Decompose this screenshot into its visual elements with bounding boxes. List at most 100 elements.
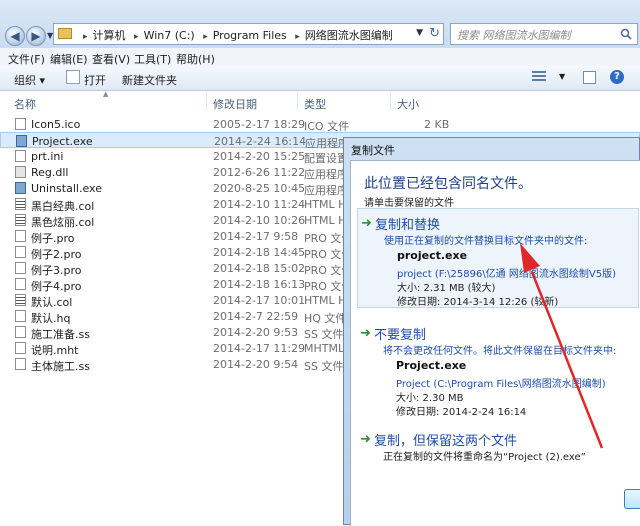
option-description: 使用正在复制的文件替换目标文件夹中的文件: [384,236,588,247]
open-button[interactable]: 打开 [84,72,106,88]
column-header-type[interactable]: 类型 [304,96,326,112]
file-size: 2 KB [424,118,450,131]
command-toolbar: 组织 ▾ 打开 新建文件夹 ▼ ? [0,66,640,91]
search-icon[interactable] [620,28,632,40]
file-name: Reg.dll [31,166,69,179]
menu-edit[interactable]: 编辑(E) [50,51,88,67]
file-modified-date: 2014-2-20 9:53 [213,326,299,339]
file-row[interactable]: Icon5.ico 2005-2-17 18:29 ICO 文件 2 KB [0,116,640,133]
copy-keep-both-option[interactable]: ➜ 复制，但保留这两个文件 正在复制的文件将重命名为“Project (2).e… [357,425,639,465]
breadcrumb-item[interactable]: 网络图流水图编制 [305,29,393,42]
file-path: project (F:\25896\亿通 网络图流水图绘制V5版) [397,269,616,280]
file-modified-date: 2014-2-17 10:01 [213,294,306,307]
file-ico-icon [15,118,26,130]
file-modified-date: 2014-2-7 22:59 [213,310,299,323]
file-pro-icon [15,246,26,258]
file-date: 修改日期: 2014-3-14 12:26 (较新) [397,297,559,308]
menu-tools[interactable]: 工具(T) [134,51,171,67]
sort-indicator-icon: ▲ [103,90,109,98]
file-modified-date: 2014-2-20 9:54 [213,358,299,371]
option-title: 复制和替换 [375,218,441,233]
breadcrumb[interactable]: ▸ 计算机 ▸ Win7 (C:) ▸ Program Files ▸ 网络图流水图编制… [53,23,444,45]
file-dll-icon [15,166,26,178]
file-modified-date: 2014-2-10 10:26 [213,214,306,227]
column-header-size[interactable]: 大小 [397,96,419,112]
file-col-icon [15,198,26,210]
option-description: 将不会更改任何文件。将此文件保留在目标文件夹中: [383,346,617,357]
chevron-down-icon[interactable]: ▼ [416,28,423,38]
column-header-name[interactable]: 名称 [14,96,36,112]
menu-help[interactable]: 帮助(H) [176,51,215,67]
breadcrumb-item[interactable]: Win7 (C:) [144,29,195,42]
menu-file[interactable]: 文件(F) [8,51,45,67]
breadcrumb-item[interactable]: Program Files [213,29,287,42]
file-pro-icon [15,230,26,242]
dialog-heading: 此位置已经包含同名文件。 [364,176,532,192]
copy-and-replace-option[interactable]: ➜ 复制和替换 使用正在复制的文件替换目标文件夹中的文件: project.ex… [357,208,639,308]
file-modified-date: 2014-2-10 11:24 [213,198,306,211]
file-modified-date: 2020-8-25 10:45 [213,182,306,195]
file-modified-date: 2014-2-18 15:02 [213,262,306,275]
back-button[interactable]: ◀ [5,26,25,46]
file-modified-date: 2014-2-17 11:29 [213,342,306,355]
view-options-icon[interactable] [532,71,546,83]
file-hq-icon [15,310,26,322]
file-modified-date: 2012-6-26 11:22 [213,166,306,179]
green-arrow-icon: ➜ [360,432,371,447]
file-type: MHTML [304,342,345,355]
file-name: prt.ini [31,150,64,163]
dialog-button[interactable] [624,489,640,509]
file-name: Project.exe [396,359,467,372]
file-size: 大小: 2.31 MB (较大) [397,283,496,294]
search-input[interactable]: 搜索 网络图流水图编制 [450,23,638,45]
address-bar-area: ◀ ▶ ▼ ▸ 计算机 ▸ Win7 (C:) ▸ Program Files ▸ 网络… [0,0,640,48]
file-name: 主体施工.ss [31,360,90,373]
file-name: Icon5.ico [31,118,81,131]
dialog-subheading: 请单击要保留的文件 [364,198,454,209]
file-ini-icon [15,150,26,162]
option-title: 不要复制 [374,328,427,343]
chevron-down-icon[interactable]: ▼ [559,72,565,81]
file-path: Project (C:\Program Files\网络图流水图编制) [396,379,606,390]
menu-bar: 文件(F) 编辑(E) 查看(V) 工具(T) 帮助(H) [0,48,640,66]
menu-view[interactable]: 查看(V) [92,51,130,67]
preview-pane-icon[interactable] [583,71,596,84]
column-divider[interactable] [297,92,298,110]
column-header-date[interactable]: 修改日期 [213,96,257,112]
folder-icon [58,28,72,39]
dialog-body: 此位置已经包含同名文件。 请单击要保留的文件 ➜ 复制和替换 使用正在复制的文件… [350,160,640,526]
do-not-copy-option[interactable]: ➜ 不要复制 将不会更改任何文件。将此文件保留在目标文件夹中: Project.… [357,319,639,418]
organize-button[interactable]: 组织 ▾ [14,72,45,88]
option-description: 正在复制的文件将重命名为“Project (2).exe” [383,452,586,463]
breadcrumb-item[interactable]: 计算机 [93,29,126,42]
forward-button[interactable]: ▶ [26,26,46,46]
file-date: 修改日期: 2014-2-24 16:14 [396,407,527,418]
file-exe-icon [15,182,26,194]
column-divider[interactable] [390,92,391,110]
column-divider[interactable] [206,92,207,110]
file-name: Project.exe [32,135,93,148]
new-folder-button[interactable]: 新建文件夹 [122,72,177,88]
file-pro-icon [15,278,26,290]
help-icon[interactable]: ? [610,70,624,84]
file-type: SS 文件 [304,360,344,373]
file-ss-icon [15,326,26,338]
file-size: 大小: 2.30 MB [396,393,464,404]
option-title: 复制，但保留这两个文件 [374,434,518,449]
refresh-icon[interactable]: ↻ [429,26,440,41]
file-name: project.exe [397,249,468,262]
file-modified-date: 2014-2-18 16:13 [213,278,306,291]
file-modified-date: 2014-2-18 14:45 [213,246,306,259]
file-modified-date: 2005-2-17 18:29 [213,118,306,131]
search-placeholder: 搜索 网络图流水图编制 [457,29,571,42]
file-modified-date: 2014-2-24 16:14 [214,135,307,148]
file-name: Uninstall.exe [31,182,102,195]
file-col-icon [15,294,26,306]
copy-file-dialog: 复制文件 此位置已经包含同名文件。 请单击要保留的文件 ➜ 复制和替换 使用正在… [343,137,640,526]
file-exe-icon [16,135,27,147]
file-modified-date: 2014-2-20 15:25 [213,150,306,163]
file-pro-icon [15,262,26,274]
green-arrow-icon: ➜ [360,326,371,341]
file-ss-icon [15,358,26,370]
file-mht-icon [15,342,26,354]
